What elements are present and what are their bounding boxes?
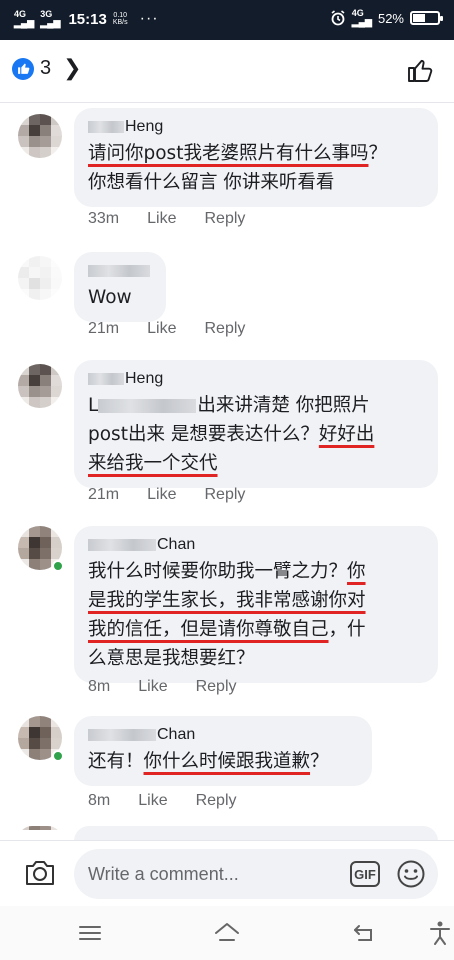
battery-icon	[410, 11, 443, 25]
commenter-name[interactable]: Chan	[88, 725, 358, 745]
commenter-name-text: Heng	[125, 370, 164, 387]
reply-link[interactable]: Reply	[196, 678, 237, 696]
comment-time: 33m	[88, 210, 120, 227]
like-link[interactable]: Like	[138, 792, 167, 810]
comment-text: 我什么时候要你助我一臂之力？你 是我的学生家长，我非常感谢你对 我的信任，但是请…	[88, 557, 424, 673]
comment-text-part: 我什么时候要你助我一臂之力？	[88, 561, 348, 582]
reaction-count: 3	[40, 57, 52, 79]
comment-text: Wow	[88, 283, 152, 312]
comment-text-part: 还有！	[88, 751, 144, 772]
avatar[interactable]	[18, 256, 62, 300]
comment-time: 21m	[88, 486, 120, 503]
reply-link[interactable]: Reply	[204, 486, 245, 504]
like-link[interactable]: Like	[147, 320, 176, 338]
gif-button[interactable]: GIF	[350, 861, 380, 887]
comment-composer: GIF	[0, 840, 454, 906]
comment-meta: 33m Like Reply	[88, 210, 245, 228]
redacted-mention	[98, 399, 197, 413]
thumbs-up-icon[interactable]	[406, 56, 434, 84]
reply-link[interactable]: Reply	[204, 210, 245, 228]
comment-bubble[interactable]: Chan 我什么时候要你助我一臂之力？你 是我的学生家长，我非常感谢你对 我的信…	[74, 526, 438, 683]
comment-text-part: L	[88, 395, 99, 416]
commenter-name[interactable]	[88, 261, 152, 281]
battery-level	[413, 14, 425, 22]
alarm-icon	[331, 10, 345, 26]
accessibility-icon[interactable]	[426, 920, 454, 946]
status-bar: 4G ▂▄▆ 3G ▂▄▆ 15:13 0.10 KB/s ··· 4G ▂▄▆ 52%	[0, 0, 454, 40]
status-more: ···	[139, 10, 159, 27]
comment-meta: 21m Like Reply	[88, 486, 245, 504]
comment-meta: 8m Like Reply	[88, 678, 237, 696]
avatar[interactable]	[18, 364, 62, 408]
status-left: 4G ▂▄▆ 3G ▂▄▆ 15:13 0.10 KB/s ···	[14, 10, 159, 28]
network-speed: 0.10 KB/s	[112, 12, 128, 26]
status-time: 15:13	[68, 10, 107, 28]
comment-text-part: Wow	[88, 287, 132, 308]
reply-link[interactable]: Reply	[196, 792, 237, 810]
comment-time: 8m	[88, 792, 111, 809]
like-link[interactable]: Like	[138, 678, 167, 696]
chevron-right-icon[interactable]: ❯	[63, 56, 81, 81]
commenter-name[interactable]: Chan	[88, 535, 424, 555]
comment-bubble[interactable]: Chan 还有！你什么时候跟我道歉？	[74, 716, 372, 786]
comment-time: 8m	[88, 678, 111, 695]
comment-bubble[interactable]: Heng L 出来讲清楚 你把照片 post出来 是想要表达什么？好好出 来给我一…	[74, 360, 438, 488]
system-nav-bar	[0, 906, 454, 960]
comment-text-part: 请问你post我老婆照片有什么事吗	[88, 143, 369, 164]
comment-meta: 21m Like Reply	[88, 320, 245, 338]
comment-bubble[interactable]: Heng 请问你post我老婆照片有什么事吗？ 你想看什么留言 你讲来听看看	[74, 108, 438, 207]
like-link[interactable]: Like	[147, 210, 176, 228]
home-icon[interactable]	[213, 920, 241, 946]
comment-bubble[interactable]	[74, 826, 438, 840]
online-indicator	[52, 750, 64, 762]
comment-bubble[interactable]: Wow	[74, 252, 166, 322]
menu-icon[interactable]	[76, 920, 104, 946]
header-divider	[0, 102, 454, 103]
avatar[interactable]	[18, 114, 62, 158]
comment-input[interactable]	[88, 859, 328, 889]
commenter-name-text: Chan	[157, 726, 196, 743]
reply-link[interactable]: Reply	[204, 320, 245, 338]
comment-item-partial	[0, 826, 454, 840]
commenter-name-text: Chan	[157, 536, 196, 553]
comment-text-part: ？	[310, 751, 329, 772]
network-indicator-2: 3G ▂▄▆	[40, 9, 61, 28]
network-indicator-right: 4G ▂▄▆	[351, 8, 372, 27]
comment-text: L 出来讲清楚 你把照片 post出来 是想要表达什么？好好出 来给我一个交代	[88, 391, 424, 478]
battery-percent: 52%	[377, 10, 404, 26]
comment-time: 21m	[88, 320, 120, 337]
comment-text-part: 你什么时候跟我道歉	[143, 751, 311, 772]
commenter-name[interactable]: Heng	[88, 369, 424, 389]
comment-meta: 8m Like Reply	[88, 792, 237, 810]
reactions-summary[interactable]: 3 ❯	[12, 56, 82, 81]
emoji-icon[interactable]	[396, 859, 426, 889]
comment-text: 请问你post我老婆照片有什么事吗？ 你想看什么留言 你讲来听看看	[88, 139, 424, 197]
like-icon	[12, 57, 34, 80]
status-right: 4G ▂▄▆ 52%	[330, 8, 443, 27]
online-indicator	[52, 560, 64, 572]
like-link[interactable]: Like	[147, 486, 176, 504]
back-icon[interactable]	[351, 920, 379, 946]
camera-icon[interactable]	[24, 859, 56, 887]
comment-text: 还有！你什么时候跟我道歉？	[88, 747, 358, 776]
commenter-name-text: Heng	[125, 118, 164, 135]
commenter-name[interactable]: Heng	[88, 117, 424, 137]
network-indicator-1: 4G ▂▄▆	[14, 9, 35, 28]
avatar[interactable]	[18, 826, 62, 840]
comment-input-container: GIF	[74, 849, 438, 899]
